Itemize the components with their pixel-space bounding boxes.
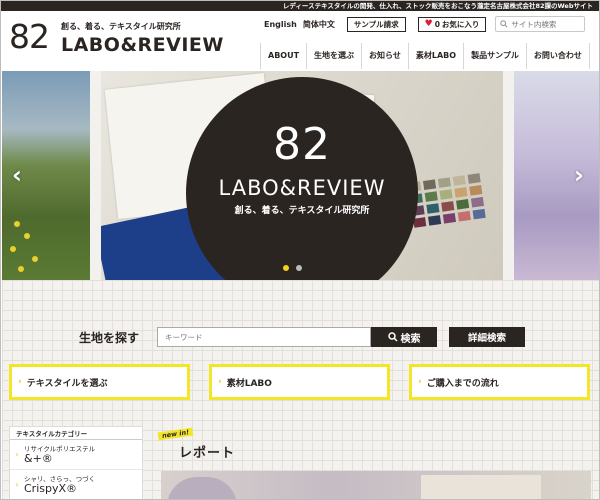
chevron-right-icon: ›: [15, 480, 19, 489]
utility-bar: English 简体中文 サンプル請求 ♥ 0 お気に入り: [264, 16, 586, 32]
favorites-count: 0: [434, 19, 440, 29]
slider-dots: [283, 265, 302, 271]
card-choose-textile[interactable]: › テキスタイルを選ぶ: [9, 364, 190, 400]
color-swatch: [439, 189, 453, 200]
nav-material-labo[interactable]: 素材LABO: [407, 43, 463, 69]
color-swatch: [423, 179, 437, 191]
hero-logo-tagline: 創る、着る、テキスタイル研究所: [234, 206, 370, 216]
logo-text: 創る、着る、テキスタイル研究所 LABO&REVIEW: [61, 19, 224, 56]
detailed-search-button[interactable]: 詳細検索: [449, 327, 525, 347]
search-icon: [387, 332, 398, 342]
card-material-labo[interactable]: › 素材LABO: [209, 364, 390, 400]
quick-links: › テキスタイルを選ぶ › 素材LABO › ご購入までの流れ: [9, 364, 590, 400]
search-icon: [500, 20, 508, 28]
chevron-right-icon: ›: [18, 377, 22, 387]
nav-about[interactable]: ABOUT: [260, 43, 306, 69]
hero-logo-name: LABO&REVIEW: [218, 176, 386, 200]
sample-request-button[interactable]: サンプル請求: [346, 16, 406, 32]
color-swatch: [437, 177, 451, 188]
chevron-right-icon: ›: [218, 377, 222, 387]
sidebar-item-title: &+®: [24, 451, 53, 465]
color-swatch: [413, 217, 427, 228]
site-search-input[interactable]: [511, 19, 584, 29]
sidebar-item-title: CrispyX®: [24, 481, 78, 495]
slide-preview-right: [514, 71, 599, 280]
card-label: テキスタイルを選ぶ: [26, 378, 108, 389]
heart-icon: ♥: [424, 18, 433, 29]
slider-dot-2[interactable]: [296, 265, 302, 271]
page: レディーステキスタイルの開発、仕入れ、ストック販売をおこなう瀧定名古屋株式会社8…: [0, 0, 600, 500]
favorites-label: お気に入り: [441, 19, 480, 29]
color-swatch: [467, 173, 481, 184]
chinese-link[interactable]: 简体中文: [303, 19, 335, 30]
slider-prev-arrow[interactable]: ‹: [12, 163, 22, 187]
site-logo[interactable]: 82 創る、着る、テキスタイル研究所 LABO&REVIEW: [9, 17, 224, 57]
color-swatch: [470, 196, 485, 208]
fabric-search-label: 生地を探す: [79, 330, 140, 345]
favorites-button[interactable]: ♥ 0 お気に入り: [417, 16, 487, 32]
color-swatch: [452, 175, 466, 186]
slider-dot-1[interactable]: [283, 265, 289, 271]
global-nav: ABOUT 生地を選ぶ お知らせ 素材LABO 製品サンプル お問い合わせ: [260, 43, 590, 69]
logo-number: 82: [9, 17, 50, 56]
color-swatch: [457, 210, 471, 222]
color-swatch: [441, 201, 455, 212]
hero-logo-circle: 82 LABO&REVIEW 創る、着る、テキスタイル研究所: [186, 77, 418, 309]
site-search-box[interactable]: [495, 16, 586, 32]
slider-next-arrow[interactable]: ›: [574, 163, 584, 187]
sidebar-heading: テキスタイルカテゴリー: [10, 427, 142, 440]
color-swatch: [456, 199, 470, 210]
color-swatch: [442, 212, 456, 224]
search-button[interactable]: 検索: [371, 327, 437, 347]
sidebar-item-crispyx[interactable]: › シャリ、さらっ、つづく CrispyX®: [10, 470, 142, 499]
report-image[interactable]: [161, 471, 591, 499]
color-swatch: [426, 203, 440, 214]
logo-tagline: 創る、着る、テキスタイル研究所: [61, 22, 181, 31]
site-description-strip: レディーステキスタイルの開発、仕入れ、ストック販売をおこなう瀧定名古屋株式会社8…: [1, 1, 599, 11]
report-heading: レポート: [179, 446, 236, 461]
card-label: ご購入までの流れ: [426, 378, 499, 389]
color-swatch: [454, 187, 468, 198]
nav-contact[interactable]: お問い合わせ: [525, 43, 590, 69]
chevron-right-icon: ›: [15, 450, 19, 459]
color-swatch: [424, 191, 438, 202]
sidebar-item-recycle-polyester[interactable]: › リサイクルポリエステル &+®: [10, 440, 142, 470]
search-button-label: 検索: [400, 333, 421, 345]
color-swatch: [428, 215, 442, 226]
fabric-search: 生地を探す 検索 詳細検索: [79, 327, 525, 347]
nav-news[interactable]: お知らせ: [361, 43, 408, 69]
logo-name: LABO&REVIEW: [61, 34, 224, 56]
card-label: 素材LABO: [226, 378, 272, 389]
color-swatch: [472, 208, 486, 220]
nav-product-samples[interactable]: 製品サンプル: [463, 43, 526, 69]
nav-choose-fabric[interactable]: 生地を選ぶ: [306, 43, 361, 69]
color-swatch: [469, 185, 483, 196]
chevron-right-icon: ›: [418, 377, 422, 387]
keyword-input[interactable]: [157, 327, 371, 347]
english-link[interactable]: English: [264, 20, 297, 29]
hero-logo-number: 82: [273, 119, 331, 170]
textile-category-sidebar: テキスタイルカテゴリー › リサイクルポリエステル &+® › シャリ、さらっ、…: [9, 426, 143, 499]
card-purchase-flow[interactable]: › ご購入までの流れ: [409, 364, 590, 400]
